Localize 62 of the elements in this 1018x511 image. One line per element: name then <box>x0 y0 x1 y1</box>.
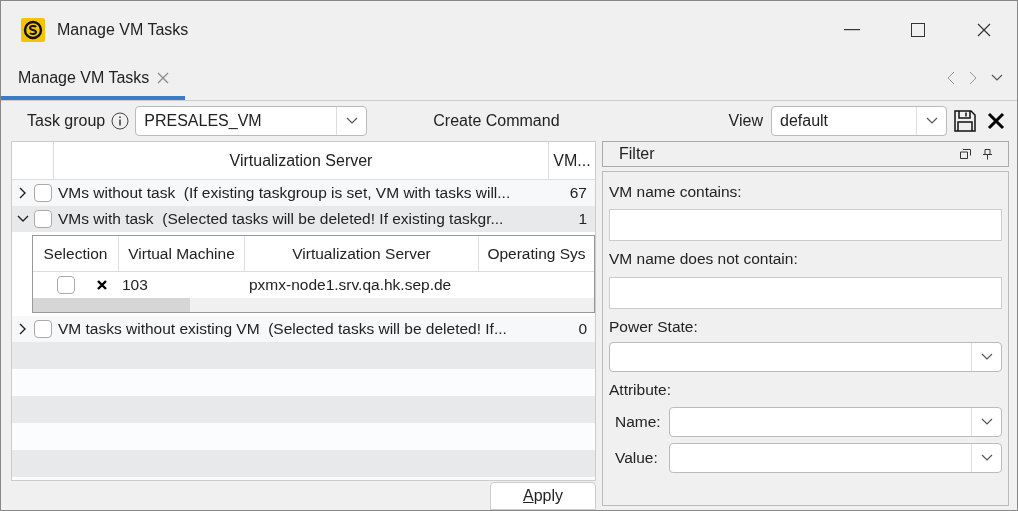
chevron-left-icon[interactable] <box>947 70 955 85</box>
count-cell-text: 1 <box>577 209 588 230</box>
view-label: View <box>728 111 763 131</box>
chevron-down-icon[interactable] <box>17 215 29 223</box>
dropdown-field[interactable]: PRESALES_VM <box>135 106 368 136</box>
column-header[interactable]: Operating Sys <box>479 236 594 271</box>
checkbox[interactable] <box>57 276 75 294</box>
count-cell-text: 0 <box>577 319 588 340</box>
column-header[interactable]: Selection <box>33 236 119 271</box>
checkbox[interactable] <box>34 210 52 228</box>
checkbox[interactable] <box>34 184 52 202</box>
chevron-down-icon <box>991 73 1003 82</box>
minimize-icon <box>844 29 860 31</box>
checkbox[interactable] <box>34 320 52 338</box>
group-row[interactable]: VMs without task (If existing taskgroup is set, VM with tasks will... 67 <box>12 180 595 206</box>
apply-button[interactable]: Apply <box>490 482 596 510</box>
input-field[interactable] <box>609 276 1002 309</box>
dropdown-field[interactable]: default <box>771 106 947 136</box>
scrollbar-thumb[interactable] <box>33 298 190 312</box>
field-label: Attribute: <box>609 379 673 400</box>
field-label: Power State: <box>609 316 699 337</box>
close-icon <box>977 23 991 37</box>
input-field[interactable] <box>609 209 1002 242</box>
app-logo-icon <box>21 18 45 42</box>
dropdown-field[interactable] <box>669 407 1002 437</box>
dropdown-field[interactable] <box>609 341 1002 372</box>
pin-icon[interactable] <box>983 148 992 160</box>
column-header[interactable]: Virtualization Server <box>54 142 549 179</box>
field-label: Name: <box>615 412 662 433</box>
chevron-down-icon <box>925 117 938 125</box>
save-icon[interactable] <box>953 109 977 133</box>
column-header[interactable]: VM... <box>549 142 595 179</box>
group-label: VMs without task (If existing taskgroup is set, VM with tasks will... <box>58 183 512 204</box>
group-label: VMs with task (Selected tasks will be deleted! If existing taskgr... <box>58 209 505 230</box>
tab[interactable]: Manage VM Tasks <box>1 59 186 100</box>
chevron-right-icon[interactable] <box>19 187 27 199</box>
close-icon[interactable] <box>987 112 1005 130</box>
chevron-down-icon <box>980 352 993 361</box>
x-mark-icon <box>97 280 107 290</box>
group-row[interactable]: VM tasks without existing VM (Selected tasks will be deleted! If... 0 <box>12 316 595 342</box>
chevron-down-icon <box>980 418 993 426</box>
create-command-button[interactable]: Create Command <box>429 106 564 136</box>
group-label: VM tasks without existing VM (Selected tasks will be deleted! If... <box>58 319 508 340</box>
field-label: VM name contains: <box>609 182 743 202</box>
maximize-icon <box>911 23 925 37</box>
info-icon[interactable] <box>111 112 130 130</box>
field-label: Value: <box>615 448 659 469</box>
chevron-down-icon <box>345 117 358 125</box>
table-cell-text: pxmx-node1.srv.qa.hk.sep.de <box>248 275 453 296</box>
column-header[interactable]: Virtual Machine <box>119 236 245 271</box>
group-row[interactable]: VMs with task (Selected tasks will be deleted! If existing taskgr... 1 <box>12 206 595 232</box>
window-title: Manage VM Tasks <box>57 20 189 40</box>
chevron-down-icon <box>980 454 993 462</box>
task-group-label: Task group <box>27 111 106 131</box>
table-cell-text: 103 <box>121 275 149 296</box>
restore-icon[interactable] <box>960 149 971 159</box>
dropdown-field[interactable] <box>669 443 1002 473</box>
count-cell-text: 67 <box>568 183 588 204</box>
field-label: VM name does not contain: <box>609 249 799 270</box>
chevron-right-icon[interactable] <box>19 323 27 335</box>
column-header[interactable]: Virtualization Server <box>245 236 479 271</box>
panel-title: Filter <box>619 144 655 164</box>
